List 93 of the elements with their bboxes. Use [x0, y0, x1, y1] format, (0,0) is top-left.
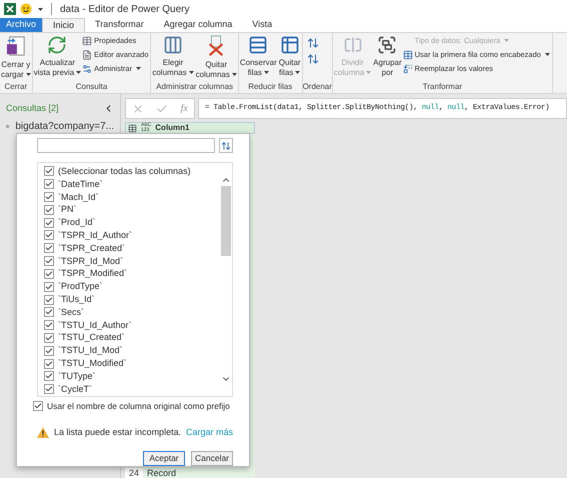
columns-icon: [162, 35, 183, 55]
warning-icon: [37, 426, 49, 438]
split-icon: [342, 35, 363, 55]
column-option[interactable]: `TUType`: [58, 370, 96, 382]
checkbox[interactable]: [44, 268, 54, 279]
table-cell-text: Record: [146, 468, 176, 478]
caret-icon: [136, 67, 142, 70]
caret-icon: [544, 53, 550, 56]
caret-icon: [188, 71, 194, 74]
caret-icon: [232, 73, 237, 76]
column-option[interactable]: `TSTU_Created`: [58, 332, 125, 344]
column-option[interactable]: `TSPR_Modified`: [58, 268, 128, 280]
settings-icon: [82, 64, 92, 74]
ribbon-tab[interactable]: Agregar columna: [154, 18, 242, 32]
ribbon-button[interactable]: Quitar filas: [278, 33, 302, 78]
checkbox[interactable]: [44, 243, 54, 254]
checkbox[interactable]: [44, 282, 54, 292]
row-number: 24: [125, 468, 143, 478]
ribbon-group-label: Administrar columnas: [155, 81, 234, 93]
column-option[interactable]: `PN`: [58, 204, 76, 216]
checkbox[interactable]: [44, 307, 54, 318]
checkbox[interactable]: [44, 218, 54, 228]
column-option[interactable]: `TSPR_Id_Author`: [58, 230, 132, 241]
checkbox[interactable]: [44, 204, 54, 215]
ribbon-button[interactable]: Cerrar y cargar: [0, 33, 32, 80]
properties-icon: [82, 36, 92, 46]
query-item[interactable]: bigdata?company=7...: [15, 118, 114, 134]
smiley-icon[interactable]: [20, 3, 32, 15]
caret-icon: [76, 71, 82, 74]
ribbon-group-label: Tranformar: [422, 81, 464, 93]
checkbox[interactable]: [44, 371, 54, 382]
window-title: data - Editor de Power Query: [60, 2, 190, 16]
checkbox[interactable]: [44, 332, 54, 343]
ribbon-tab[interactable]: Inicio: [42, 18, 86, 32]
ribbon-button[interactable]: Agrupar por: [372, 33, 403, 78]
table-icon: [402, 50, 413, 60]
prefix-option[interactable]: Usar el nombre de columna original como prefijo: [47, 400, 230, 412]
checkbox[interactable]: [44, 256, 54, 266]
group-icon: [377, 35, 398, 55]
column-option[interactable]: `DateTime`: [58, 178, 103, 190]
checkbox[interactable]: [33, 401, 43, 411]
ribbon-group-label: Cerrar: [4, 81, 28, 93]
checkbox[interactable]: [44, 346, 54, 356]
checkbox[interactable]: [44, 230, 54, 240]
queries-heading: Consultas [2]: [6, 102, 59, 115]
column-option[interactable]: `ProdType`: [58, 281, 103, 292]
column-option[interactable]: `TSTU_Modified`: [58, 358, 127, 370]
spreadsheet-logo-icon: [4, 3, 16, 15]
table-icon[interactable]: [128, 124, 137, 132]
ribbon-group-label: Ordenar: [302, 81, 332, 93]
ribbon-tab[interactable]: Vista: [242, 18, 282, 32]
column-option[interactable]: `TSTU_Id_Mod`: [58, 345, 123, 356]
column-option[interactable]: `TSPR_Created`: [58, 242, 126, 254]
checkbox[interactable]: [44, 294, 54, 305]
caret-icon: [295, 71, 300, 74]
caret-icon: [26, 73, 31, 76]
ribbon-tab[interactable]: Transformar: [85, 18, 154, 32]
replace-icon: [402, 64, 413, 74]
ribbon-button[interactable]: Actualizar vista previa: [32, 33, 82, 78]
ribbon-button[interactable]: Conservar filas: [238, 33, 278, 78]
column-option[interactable]: `TiUs_Id`: [58, 294, 95, 306]
column-option[interactable]: (Seleccionar todas las columnas): [58, 166, 191, 177]
file-tab[interactable]: Archivo: [0, 18, 42, 32]
checkbox[interactable]: [44, 358, 54, 369]
dialog-button[interactable]: Cancelar: [191, 451, 233, 466]
document-icon: [82, 50, 92, 60]
warning-text: La lista puede estar incompleta.: [54, 426, 182, 439]
column-option[interactable]: `TSPR_Id_Mod`: [58, 256, 124, 267]
column-option[interactable]: `TSTU_Id_Author`: [58, 320, 132, 331]
caret-icon: [504, 39, 510, 42]
save-close-icon: [6, 35, 26, 57]
checkbox[interactable]: [44, 320, 54, 330]
column-option[interactable]: `Secs`: [58, 306, 84, 318]
column-option[interactable]: `Mach_Id`: [58, 192, 99, 203]
checkbox[interactable]: [44, 384, 54, 394]
caret-icon: [264, 71, 269, 74]
ribbon-group-label: Consulta: [74, 81, 108, 93]
search-field[interactable]: [37, 138, 215, 153]
ribbon-button[interactable]: Elegir columnas: [151, 33, 195, 78]
sort-button[interactable]: [219, 138, 233, 153]
ribbon-button[interactable]: Quitar columnas: [194, 33, 238, 80]
checkbox[interactable]: [44, 166, 54, 176]
column-option[interactable]: `Prod_Id`: [58, 217, 96, 228]
dialog-button[interactable]: Aceptar: [143, 451, 185, 466]
column-option[interactable]: `CycleT`: [58, 384, 92, 395]
checkbox[interactable]: [44, 179, 54, 190]
refresh-icon: [47, 35, 68, 55]
table-icon: [280, 35, 300, 55]
ribbon-group-label: Reducir filas: [247, 81, 294, 93]
caret-icon: [38, 8, 43, 10]
rows-icon: [248, 35, 268, 55]
caret-icon: [366, 71, 372, 74]
checkbox[interactable]: [44, 192, 54, 202]
